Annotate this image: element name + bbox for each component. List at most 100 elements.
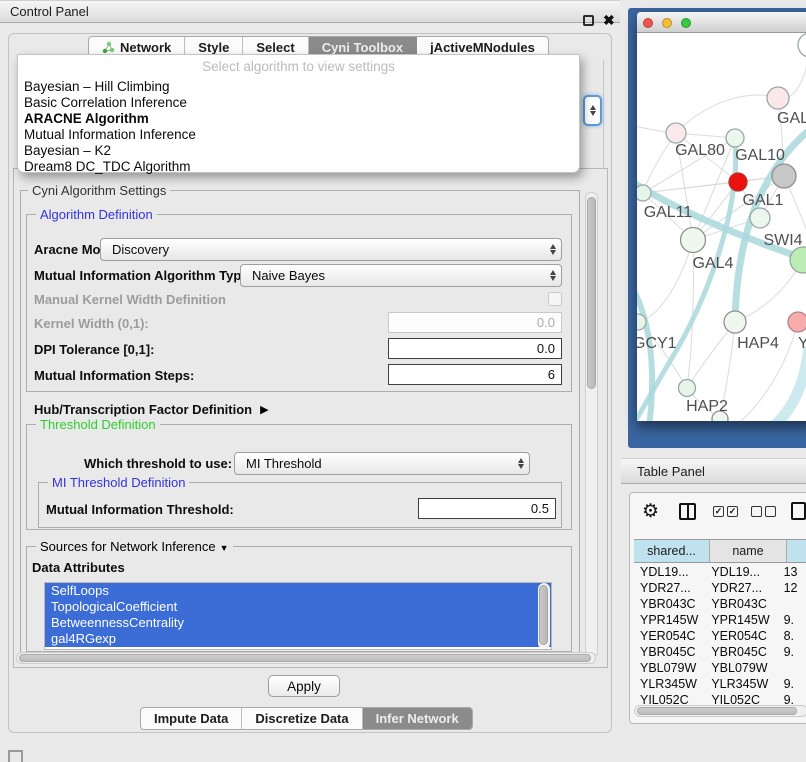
network-node[interactable] <box>772 164 796 188</box>
deselect-columns-icon-2[interactable] <box>765 506 776 517</box>
attribute-item[interactable]: TopologicalCoefficient <box>45 599 551 615</box>
attribute-item[interactable]: gal4RGexp <box>45 631 551 647</box>
network-node[interactable] <box>729 173 747 191</box>
kernel-width-input[interactable]: 0.0 <box>388 312 562 333</box>
table-panel-titlebar: Table Panel <box>621 458 806 484</box>
table-hscrollbar-thumb[interactable] <box>637 707 797 715</box>
tab-discretize-data[interactable]: Discretize Data <box>242 708 362 729</box>
manual-kernel-checkbox[interactable] <box>548 292 562 306</box>
network-node[interactable] <box>666 123 686 143</box>
zoom-window-icon[interactable] <box>681 18 691 28</box>
close-window-icon[interactable] <box>643 18 653 28</box>
network-icon <box>102 41 115 54</box>
network-node[interactable] <box>798 33 806 57</box>
column-header[interactable]: shared... <box>634 540 710 562</box>
document-icon[interactable] <box>791 502 806 520</box>
algorithm-dropdown-hint: Select algorithm to view settings <box>18 55 579 79</box>
minimize-window-icon[interactable] <box>662 18 672 28</box>
settings-hscrollbar[interactable] <box>16 652 596 664</box>
stepper-icon <box>544 265 561 286</box>
sources-group-title[interactable]: Sources for Network Inference▼ <box>36 539 233 554</box>
column-header[interactable]: A <box>787 540 806 562</box>
table-header: shared...nameA <box>634 539 806 563</box>
node-label: GAL <box>777 110 806 127</box>
table-row[interactable]: YBR045CYBR045C9. <box>634 644 806 660</box>
attribute-item[interactable]: BetweennessCentrality <box>45 615 551 631</box>
tab-infer-network[interactable]: Infer Network <box>363 708 472 729</box>
dpi-tolerance-label: DPI Tolerance [0,1]: <box>34 342 154 357</box>
manual-kernel-label: Manual Kernel Width Definition <box>34 292 226 307</box>
data-attributes-label: Data Attributes <box>32 560 125 575</box>
float-panel-icon[interactable] <box>583 15 594 26</box>
table-row[interactable]: YPR145WYPR145W9. <box>634 612 806 628</box>
split-columns-icon[interactable] <box>679 503 696 520</box>
stepper-icon <box>512 453 529 474</box>
table-row[interactable]: YDR27...YDR27...12 <box>634 580 806 596</box>
dpi-tolerance-input[interactable]: 0.0 <box>388 338 562 359</box>
network-node[interactable] <box>681 228 706 253</box>
table-row[interactable]: YLR345WYLR345W9. <box>634 676 806 692</box>
algorithm-option[interactable]: Mutual Information Inference <box>18 127 579 143</box>
mi-threshold-input[interactable]: 0.5 <box>418 498 556 519</box>
settings-hscrollbar-thumb[interactable] <box>19 654 591 662</box>
algorithm-definition-title: Algorithm Definition <box>36 207 157 222</box>
table-hscrollbar[interactable] <box>634 705 806 717</box>
table-row[interactable]: YBR043CYBR043C <box>634 596 806 612</box>
network-node[interactable] <box>637 185 651 201</box>
aracne-mode-value: Discovery <box>112 242 169 257</box>
tab-impute-data[interactable]: Impute Data <box>141 708 242 729</box>
network-view-window[interactable]: GALGAL80GAL10GAL1GAL11SWI4GAL4GCY1HAP4YH… <box>637 12 806 421</box>
mi-algorithm-type-select[interactable]: Naive Bayes <box>240 264 562 287</box>
mi-threshold-group-title: MI Threshold Definition <box>48 475 189 490</box>
settings-scrollbar-thumb[interactable] <box>587 197 596 389</box>
algorithm-option[interactable]: Dream8 DC_TDC Algorithm <box>18 159 579 175</box>
table-row[interactable]: YDL19...YDL19...13 <box>634 564 806 580</box>
node-label: HAP4 <box>737 335 779 352</box>
stepper-icon <box>544 239 561 260</box>
algorithm-option[interactable]: ARACNE Algorithm <box>18 111 579 127</box>
algorithm-option[interactable]: Bayesian – Hill Climbing <box>18 79 579 95</box>
network-node[interactable] <box>726 129 744 147</box>
settings-gear-icon[interactable]: ⚙ <box>642 500 659 523</box>
network-graph: GALGAL80GAL10GAL1GAL11SWI4GAL4GCY1HAP4YH… <box>637 33 806 421</box>
algorithm-option[interactable]: Bayesian – K2 <box>18 143 579 159</box>
control-panel-titlebar: Control Panel ✖ <box>0 0 620 23</box>
network-node[interactable] <box>767 87 789 109</box>
table-body: YDL19...YDL19...13YDR27...YDR27...12YBR0… <box>634 564 806 708</box>
sources-title-text: Sources for Network Inference <box>40 539 216 554</box>
data-attributes-list[interactable]: SelfLoopsTopologicalCoefficientBetweenne… <box>44 582 552 650</box>
attributes-scrollbar[interactable] <box>538 583 550 649</box>
attribute-item[interactable]: SelfLoops <box>45 583 551 599</box>
apply-button[interactable]: Apply <box>268 675 340 697</box>
close-panel-icon[interactable]: ✖ <box>603 15 615 26</box>
panel-edge <box>603 60 604 170</box>
network-node[interactable] <box>788 312 806 332</box>
deselect-columns-icon[interactable] <box>751 506 762 517</box>
select-columns-icon[interactable]: ✓ <box>713 506 724 517</box>
control-panel-title: Control Panel <box>10 4 89 19</box>
inference-algorithm-spinner[interactable] <box>583 95 602 126</box>
settings-scrollbar[interactable] <box>585 192 598 658</box>
column-header[interactable]: name <box>710 540 787 562</box>
table-row[interactable]: YBL079WYBL079W <box>634 660 806 676</box>
node-label: GAL10 <box>735 147 785 164</box>
node-label: GCY1 <box>637 335 677 352</box>
minimized-panel-icon[interactable] <box>8 750 23 762</box>
mi-steps-input[interactable]: 6 <box>388 364 562 385</box>
which-threshold-value: MI Threshold <box>246 456 322 471</box>
select-columns-icon-2[interactable]: ✓ <box>727 506 738 517</box>
network-window-titlebar[interactable] <box>637 12 806 33</box>
aracne-mode-select[interactable]: Discovery <box>100 238 562 261</box>
network-node[interactable] <box>750 208 770 228</box>
network-node[interactable] <box>724 311 746 333</box>
table-row[interactable]: YER054CYER054C8. <box>634 628 806 644</box>
algorithm-option[interactable]: Basic Correlation Inference <box>18 95 579 111</box>
network-node[interactable] <box>679 380 696 397</box>
which-threshold-select[interactable]: MI Threshold <box>234 452 530 475</box>
attributes-scrollbar-thumb[interactable] <box>539 585 548 645</box>
cyni-bottom-tabs: Impute DataDiscretize DataInfer Network <box>140 707 473 730</box>
table-panel: ⚙ ✓ ✓ shared...nameA YDL19...YDL19...13Y… <box>629 492 806 724</box>
which-threshold-label: Which threshold to use: <box>84 456 232 471</box>
network-canvas[interactable]: GALGAL80GAL10GAL1GAL11SWI4GAL4GCY1HAP4YH… <box>637 33 806 421</box>
algorithm-options: Bayesian – Hill ClimbingBasic Correlatio… <box>18 79 579 175</box>
